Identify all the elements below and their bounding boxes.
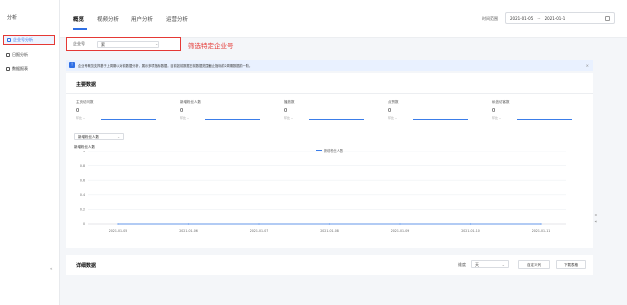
start-date: 2021-01-05 — [510, 15, 534, 21]
x-tick-label: 2021-01-06 — [179, 229, 198, 233]
range-separator: ~ — [537, 15, 541, 21]
data-point[interactable] — [187, 223, 190, 225]
metric-label: 主页访问数 — [76, 100, 94, 104]
chart-metric-value: 新增粉丝人数 — [78, 135, 99, 139]
line-chart: 0 0.2 0.4 0.6 0.8 1 2021-01-05 2021-01-06 2021-0… — [80, 151, 566, 233]
sidebar-item-daily-report[interactable]: 日报分析 — [3, 50, 55, 60]
enterprise-select[interactable]: 索 — [97, 40, 159, 48]
metric-sparkline — [413, 119, 468, 120]
metric-card[interactable]: 点赞数 0 环比 -- — [388, 100, 468, 120]
chart-title: 新增粉丝人数 — [74, 145, 95, 149]
app-root: 分析 企业号分析 日报分析 数据报表 « 概览 视频分析 用户分析 运营分析 时… — [0, 0, 627, 305]
divider — [66, 93, 593, 94]
dimension-label: 维度 — [458, 262, 466, 267]
data-point[interactable] — [258, 223, 260, 225]
tab-user-analysis[interactable]: 用户分析 — [131, 15, 153, 23]
download-table-button[interactable]: 下载表格 — [556, 260, 586, 269]
data-point[interactable] — [328, 223, 331, 225]
report-icon — [6, 53, 10, 57]
metric-value: 0 — [388, 108, 392, 114]
side-float-tools[interactable]: ◂ ◂ — [593, 212, 598, 223]
metric-sparkline — [309, 119, 364, 120]
x-tick-label: 2021-01-05 — [109, 229, 128, 233]
custom-columns-button[interactable]: 自定义列 — [518, 260, 550, 269]
time-range-label: 时间范围 — [482, 16, 498, 21]
info-banner: ! 企业号概览支撑基于上周期以对前数据分析，展示多项指标数据。目前如前数据日前数… — [66, 60, 593, 71]
enterprise-filter: 企业号 索 ⌄ — [66, 37, 181, 51]
table-icon — [6, 67, 10, 71]
metric-sparkline — [101, 119, 156, 120]
x-tick-label: 2021-01-11 — [532, 229, 551, 233]
banner-text: 企业号概览支撑基于上周期以对前数据分析，展示多项指标数据。目前如前数据日前数据范… — [78, 64, 253, 68]
data-point[interactable] — [540, 223, 542, 225]
metric-card[interactable]: 主页访问数 0 环比 -- — [76, 100, 156, 120]
date-range-picker[interactable]: 2021-01-05 ~ 2021-01-1 — [505, 12, 615, 24]
y-tick-label: 1 — [83, 151, 85, 153]
main-data-panel: 主要数据 主页访问数 0 环比 -- 新增粉丝人数 0 环比 -- 播放数 0 … — [66, 73, 593, 248]
tab-video-analysis[interactable]: 视频分析 — [97, 15, 119, 23]
metric-value: 0 — [180, 108, 184, 114]
y-tick-label: 0.8 — [80, 164, 85, 168]
end-date: 2021-01-1 — [544, 15, 566, 21]
metric-value: 0 — [284, 108, 288, 114]
sidebar-item-enterprise-analysis[interactable]: 企业号分析 — [3, 35, 55, 45]
metric-label: 私信访客数 — [492, 100, 510, 104]
sidebar-item-label: 数据报表 — [12, 66, 28, 71]
data-point[interactable] — [399, 223, 401, 225]
panel-title: 主要数据 — [76, 82, 97, 88]
x-tick-label: 2021-01-08 — [320, 229, 339, 233]
metric-card[interactable]: 新增粉丝人数 0 环比 -- — [180, 100, 260, 120]
collapse-sidebar-button[interactable]: « — [50, 266, 52, 271]
metric-card[interactable]: 私信访客数 0 环比 -- — [492, 100, 572, 120]
metric-value: 0 — [492, 108, 496, 114]
metric-label: 播放数 — [284, 100, 295, 104]
chevron-down-icon: ⌄ — [501, 262, 505, 267]
metric-sparkline — [517, 119, 572, 120]
metric-label: 点赞数 — [388, 100, 399, 104]
y-tick-label: 0 — [83, 222, 85, 226]
top-tabs-bar: 概览 视频分析 用户分析 运营分析 时间范围 2021-01-05 ~ 2021… — [60, 0, 627, 38]
metric-label: 新增粉丝人数 — [180, 100, 201, 104]
tab-overview[interactable]: 概览 — [73, 15, 84, 23]
chart-metric-select[interactable]: 新增粉丝人数 ⌄ — [74, 133, 124, 140]
filter-annotation: 筛选特定企业号 — [188, 42, 234, 50]
x-tick-label: 2021-01-10 — [461, 229, 480, 233]
y-tick-label: 0.6 — [80, 178, 85, 182]
sidebar: 分析 企业号分析 日报分析 数据报表 « — [0, 0, 60, 305]
detail-data-panel: 详细数据 维度 天 ⌄ 自定义列 下载表格 — [66, 255, 593, 275]
chevron-down-icon: ⌄ — [155, 40, 159, 46]
app-title: 分析 — [7, 15, 18, 21]
active-tab-indicator — [73, 28, 87, 30]
close-icon[interactable]: × — [586, 63, 589, 68]
enterprise-filter-label: 企业号 — [73, 41, 85, 46]
x-tick-label: 2021-01-07 — [250, 229, 269, 233]
dimension-value: 天 — [475, 262, 479, 267]
chevron-down-icon: ⌄ — [117, 135, 120, 139]
sidebar-item-data-report[interactable]: 数据报表 — [3, 64, 55, 74]
calendar-icon — [605, 16, 610, 21]
data-point[interactable] — [117, 223, 119, 225]
panel-title: 详细数据 — [76, 263, 97, 269]
chart-icon — [7, 38, 11, 42]
data-point[interactable] — [469, 223, 472, 225]
info-icon: ! — [69, 62, 75, 68]
y-tick-label: 0.4 — [80, 193, 85, 197]
y-tick-label: 0.2 — [80, 208, 85, 212]
x-tick-label: 2021-01-09 — [391, 229, 410, 233]
sidebar-item-label: 日报分析 — [12, 52, 28, 57]
sidebar-item-label: 企业号分析 — [13, 37, 33, 42]
metric-sparkline — [205, 119, 260, 120]
tab-operation-analysis[interactable]: 运营分析 — [166, 15, 188, 23]
metric-card[interactable]: 播放数 0 环比 -- — [284, 100, 364, 120]
dimension-select[interactable]: 天 ⌄ — [471, 260, 509, 268]
metric-value: 0 — [76, 108, 80, 114]
